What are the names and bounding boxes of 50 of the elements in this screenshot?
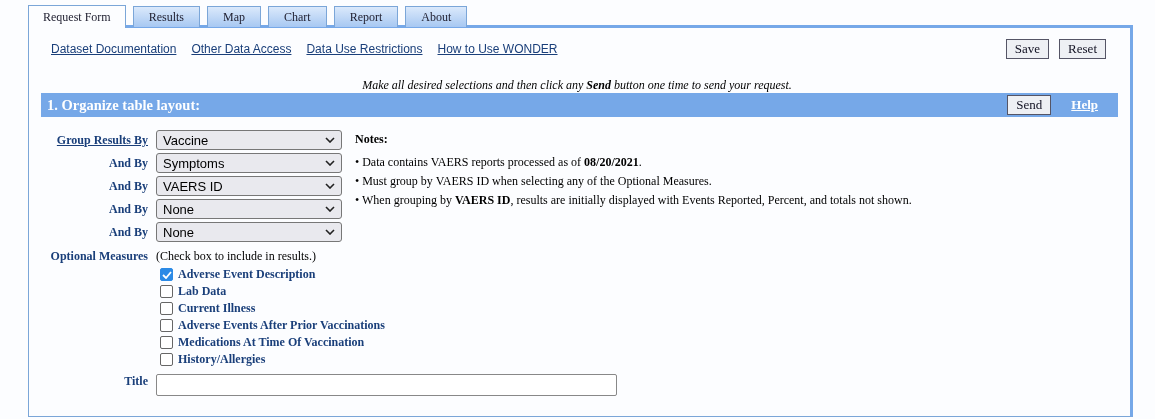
checkbox-label[interactable]: Adverse Events After Prior Vaccinations bbox=[178, 318, 385, 333]
note-text: • Data contains VAERS reports processed as of 08/20/2021. bbox=[355, 155, 643, 170]
tab[interactable]: About bbox=[405, 6, 468, 27]
dropdown[interactable]: None bbox=[156, 222, 342, 242]
nav-link[interactable]: Other Data Access bbox=[191, 42, 292, 56]
chevron-down-icon bbox=[325, 229, 335, 235]
checkbox-label[interactable]: Lab Data bbox=[178, 284, 227, 299]
chevron-down-icon bbox=[325, 206, 335, 212]
checkbox[interactable] bbox=[160, 302, 173, 315]
nav-link[interactable]: Data Use Restrictions bbox=[306, 42, 423, 56]
checkbox[interactable] bbox=[160, 319, 173, 332]
checkbox[interactable] bbox=[160, 268, 173, 281]
nav-link[interactable]: How to Use WONDER bbox=[437, 42, 558, 56]
dropdown[interactable]: Symptoms bbox=[156, 153, 342, 173]
field-label: And By bbox=[107, 155, 148, 171]
form-button[interactable]: Reset bbox=[1059, 39, 1106, 59]
section-title: 1. Organize table layout: bbox=[47, 96, 202, 114]
checkbox-label[interactable]: Medications At Time Of Vaccination bbox=[178, 335, 365, 350]
dropdown[interactable]: None bbox=[156, 199, 342, 219]
nav-link[interactable]: Dataset Documentation bbox=[51, 42, 177, 56]
group-by-link[interactable]: Group Results By bbox=[41, 132, 148, 148]
chevron-down-icon bbox=[325, 160, 335, 166]
checkbox-label[interactable]: Adverse Event Description bbox=[178, 267, 316, 282]
checkbox[interactable] bbox=[160, 353, 173, 366]
instruction-text: Make all desired selections and then click any Send button one time to send your request. bbox=[361, 78, 793, 93]
dropdown[interactable]: Vaccine bbox=[156, 130, 342, 150]
field-label: And By bbox=[107, 201, 148, 217]
chevron-down-icon bbox=[325, 183, 335, 189]
field-label: And By bbox=[107, 178, 148, 194]
notes-heading: Notes: bbox=[355, 132, 389, 147]
note-text: • Must group by VAERS ID when selecting any of the Optional Measures. bbox=[355, 174, 713, 189]
title-input[interactable] bbox=[156, 374, 617, 396]
tab[interactable]: Report bbox=[333, 6, 399, 27]
form-button[interactable]: Save bbox=[1005, 39, 1050, 59]
chevron-down-icon bbox=[325, 137, 335, 143]
send-button[interactable]: Send bbox=[1007, 95, 1052, 115]
checkbox-label[interactable]: Current Illness bbox=[178, 301, 256, 316]
field-label: Optional Measures bbox=[49, 249, 148, 264]
checkbox[interactable] bbox=[160, 285, 173, 298]
checkbox[interactable] bbox=[160, 336, 173, 349]
field-label: And By bbox=[107, 224, 148, 240]
tab[interactable]: Chart bbox=[268, 6, 327, 27]
tab[interactable]: Results bbox=[132, 6, 200, 27]
tab[interactable]: Request Form bbox=[28, 5, 126, 28]
hint-text: (Check box to include in results.) bbox=[156, 249, 317, 264]
tab[interactable]: Map bbox=[207, 6, 261, 27]
field-label: Title bbox=[123, 374, 148, 389]
note-text: • When grouping by VAERS ID, results are initially displayed with Events Reported, Percent, and totals not shown. bbox=[355, 193, 912, 208]
dropdown[interactable]: VAERS ID bbox=[156, 176, 342, 196]
checkbox-label[interactable]: History/Allergies bbox=[178, 352, 266, 367]
